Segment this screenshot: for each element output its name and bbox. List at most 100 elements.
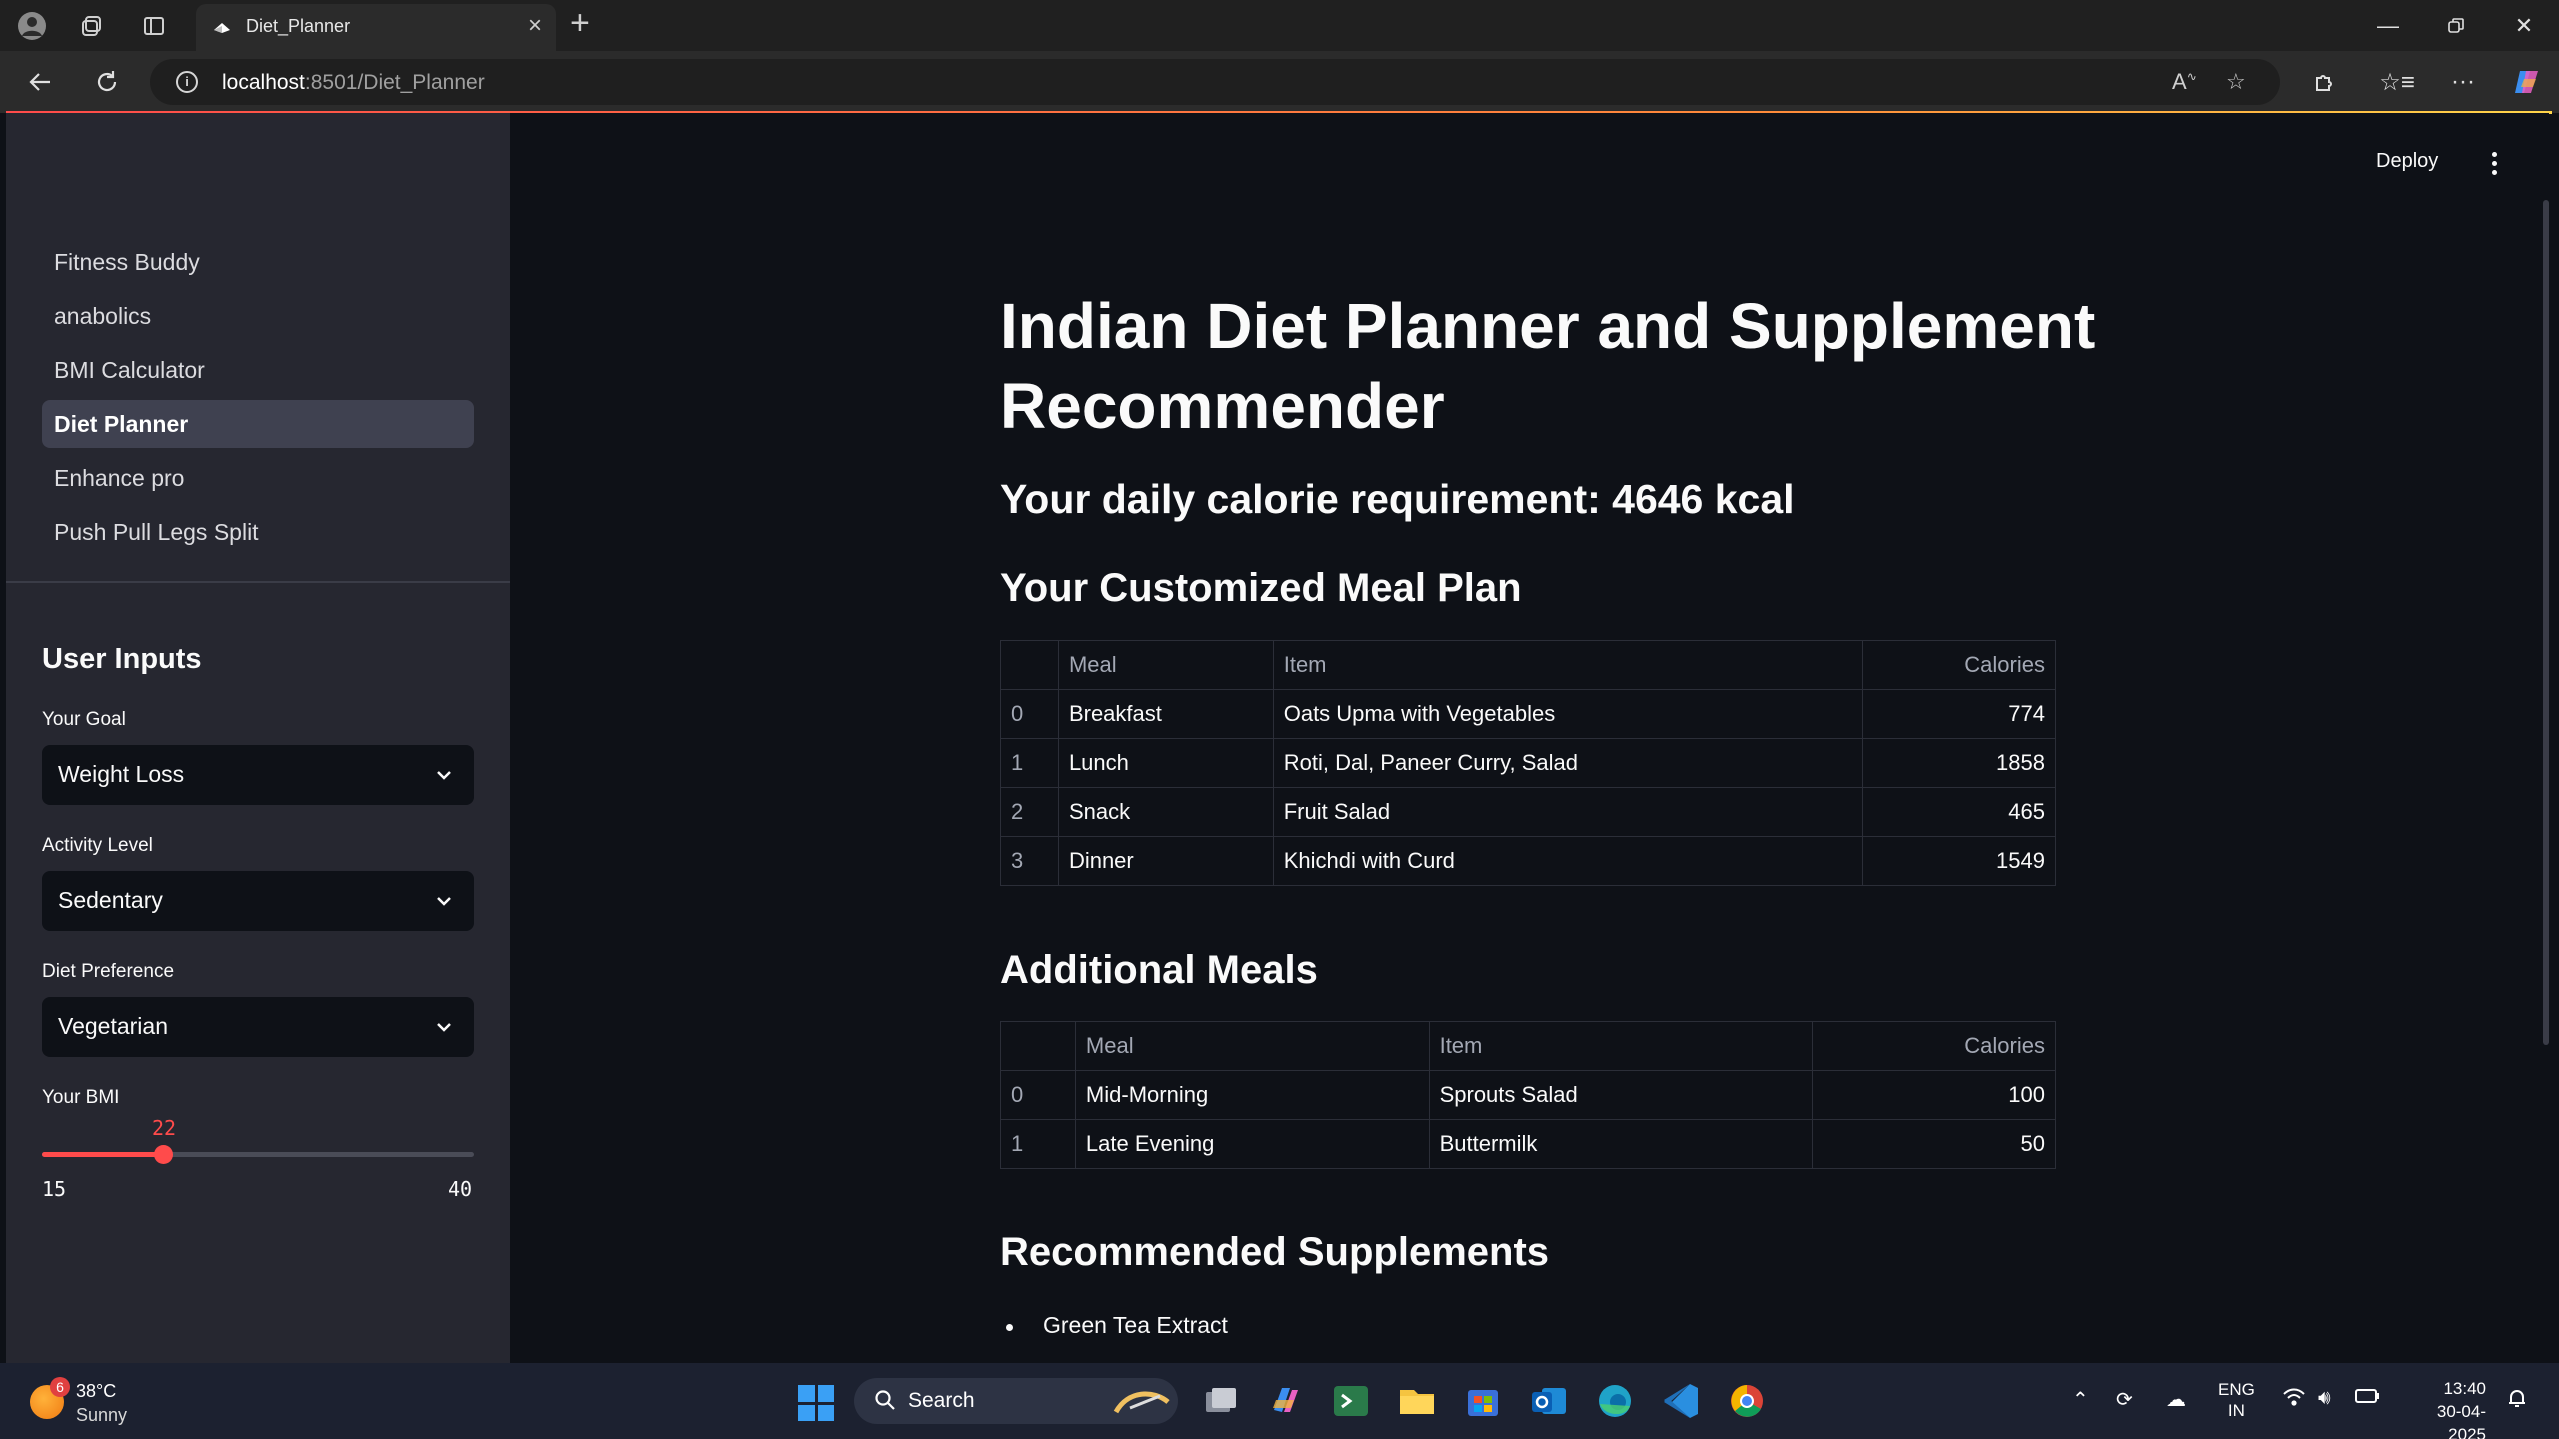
meal-cell: Snack <box>1057 787 1274 837</box>
edge-browser-icon[interactable] <box>1594 1380 1636 1422</box>
bmi-slider-min: 15 <box>42 1177 67 1201</box>
close-window-icon[interactable]: ✕ <box>2492 6 2556 46</box>
minimize-icon[interactable]: — <box>2356 6 2420 46</box>
sidebar-item-diet-planner[interactable]: Diet Planner <box>42 400 474 448</box>
item-cell: Sprouts Salad <box>1428 1070 1814 1120</box>
sidebar-item-anabolics[interactable]: anabolics <box>42 292 474 340</box>
wifi-icon[interactable] <box>2282 1387 2306 1413</box>
row-index: 1 <box>1000 738 1059 788</box>
refresh-icon[interactable] <box>90 65 124 99</box>
main-menu-icon[interactable] <box>2490 152 2498 176</box>
onedrive-icon[interactable]: ☁ <box>2166 1387 2186 1412</box>
bmi-slider-thumb[interactable] <box>153 1145 173 1164</box>
outlook-icon[interactable] <box>1528 1380 1570 1422</box>
extensions-icon[interactable] <box>2308 65 2342 99</box>
user-inputs-header: User Inputs <box>42 643 202 675</box>
windows-taskbar: 6 38°C Sunny Search ⌃ ⟳ ☁ ENG IN 🔊︎ 13:4… <box>0 1363 2559 1439</box>
item-cell: Fruit Salad <box>1272 787 1864 837</box>
browser-tab-bar: Diet_Planner × + — ✕ <box>0 0 2559 51</box>
read-aloud-icon[interactable]: A∿ <box>2172 69 2197 95</box>
language-indicator[interactable]: ENG IN <box>2218 1379 2255 1421</box>
diet-select[interactable]: Vegetarian <box>42 997 474 1057</box>
notifications-icon[interactable] <box>2506 1387 2528 1415</box>
table-header-row: Meal Item Calories <box>1000 640 2056 690</box>
back-icon[interactable] <box>24 65 58 99</box>
sidebar-item-enhance-pro[interactable]: Enhance pro <box>42 454 474 502</box>
sidebar-item-fitness-buddy[interactable]: Fitness Buddy <box>42 238 474 286</box>
chrome-icon[interactable] <box>1726 1380 1768 1422</box>
bmi-label: Your BMI <box>42 1087 120 1108</box>
vscode-icon[interactable] <box>1660 1380 1702 1422</box>
chevron-down-icon <box>437 1023 451 1032</box>
microsoft-store-icon[interactable] <box>1462 1380 1504 1422</box>
site-info-icon[interactable]: i <box>176 71 198 93</box>
active-tab[interactable]: Diet_Planner × <box>196 4 556 51</box>
weather-badge: 6 <box>50 1377 70 1397</box>
sidebar-item-push-pull-legs[interactable]: Push Pull Legs Split <box>42 508 474 556</box>
calories-cell: 774 <box>1862 689 2056 739</box>
meal-plan-table[interactable]: Meal Item Calories 0 Breakfast Oats Upma… <box>1000 640 2056 886</box>
meal-plan-heading: Your Customized Meal Plan <box>1000 566 1522 610</box>
sidebar-item-bmi-calculator[interactable]: BMI Calculator <box>42 346 474 394</box>
more-menu-icon[interactable]: ··· <box>2446 65 2480 99</box>
deploy-button[interactable]: Deploy <box>2376 150 2438 173</box>
table-row: 0 Mid-Morning Sprouts Salad 100 <box>1000 1070 2056 1120</box>
row-index: 1 <box>1000 1119 1076 1169</box>
goal-select[interactable]: Weight Loss <box>42 745 474 805</box>
table-row: 1 Late Evening Buttermilk 50 <box>1000 1119 2056 1169</box>
windows-start-icon[interactable] <box>798 1385 834 1421</box>
diet-label: Diet Preference <box>42 961 175 982</box>
vertical-tabs-icon[interactable] <box>138 10 170 42</box>
file-explorer-icon[interactable] <box>1396 1380 1438 1422</box>
additional-meals-heading: Additional Meals <box>1000 948 1318 992</box>
item-cell: Buttermilk <box>1428 1119 1814 1169</box>
restore-icon[interactable] <box>2424 6 2488 46</box>
main-scrollbar[interactable] <box>2543 200 2549 1045</box>
volume-icon[interactable]: 🔊︎ <box>2318 1387 2331 1410</box>
chevron-down-icon <box>437 897 451 906</box>
chevron-down-icon <box>437 771 451 780</box>
item-cell: Khichdi with Curd <box>1272 836 1864 886</box>
sync-icon[interactable]: ⟳ <box>2116 1387 2133 1412</box>
system-clock[interactable]: 13:40 30-04-2025 <box>2400 1377 2486 1439</box>
supplements-heading: Recommended Supplements <box>1000 1230 1550 1274</box>
additional-meals-table[interactable]: Meal Item Calories 0 Mid-Morning Sprouts… <box>1000 1021 2056 1169</box>
weather-condition[interactable]: Sunny <box>76 1405 127 1426</box>
workspaces-icon[interactable] <box>76 10 108 42</box>
copilot-app-icon[interactable] <box>1264 1380 1306 1422</box>
table-row: 0 Breakfast Oats Upma with Vegetables 77… <box>1000 689 2056 739</box>
new-tab-icon[interactable]: + <box>570 4 590 43</box>
bmi-slider[interactable] <box>42 1145 474 1164</box>
bmi-slider-fill <box>42 1152 163 1157</box>
battery-icon[interactable] <box>2354 1387 2380 1411</box>
clock-date: 30-04-2025 <box>2436 1402 2486 1439</box>
weather-temperature[interactable]: 38°C <box>76 1381 116 1402</box>
table-row: 2 Snack Fruit Salad 465 <box>1000 787 2056 837</box>
favorite-star-icon[interactable]: ☆ <box>2226 69 2246 95</box>
terminal-app-icon[interactable] <box>1330 1380 1372 1422</box>
table-row: 3 Dinner Khichdi with Curd 1549 <box>1000 836 2056 886</box>
clock-time: 13:40 <box>2443 1379 2486 1398</box>
search-highlight-icon <box>1113 1391 1170 1414</box>
url-bar[interactable]: i localhost:8501/Diet_Planner A∿ ☆ <box>150 59 2280 105</box>
row-index: 3 <box>1000 836 1059 886</box>
activity-label: Activity Level <box>42 835 153 856</box>
favorites-icon[interactable]: ☆≡ <box>2379 65 2415 99</box>
profile-icon[interactable] <box>16 10 48 42</box>
row-index: 0 <box>1000 1070 1076 1120</box>
row-index: 0 <box>1000 689 1059 739</box>
search-icon <box>875 1390 895 1410</box>
task-view-icon[interactable] <box>1200 1380 1242 1422</box>
activity-select[interactable]: Sedentary <box>42 871 474 931</box>
taskbar-search[interactable]: Search <box>854 1378 1178 1424</box>
show-hidden-icons[interactable]: ⌃ <box>2072 1387 2089 1412</box>
copilot-icon[interactable] <box>2510 65 2544 99</box>
table-header-index <box>1000 640 1059 690</box>
calories-cell: 1858 <box>1862 738 2056 788</box>
calories-cell: 100 <box>1812 1070 2056 1120</box>
table-header-meal: Meal <box>1074 1021 1430 1071</box>
address-bar-row: i localhost:8501/Diet_Planner A∿ ☆ ☆≡ ··… <box>0 51 2559 113</box>
streamlit-favicon-icon <box>214 23 230 33</box>
tab-close-icon[interactable]: × <box>528 12 542 40</box>
meal-cell: Late Evening <box>1074 1119 1430 1169</box>
